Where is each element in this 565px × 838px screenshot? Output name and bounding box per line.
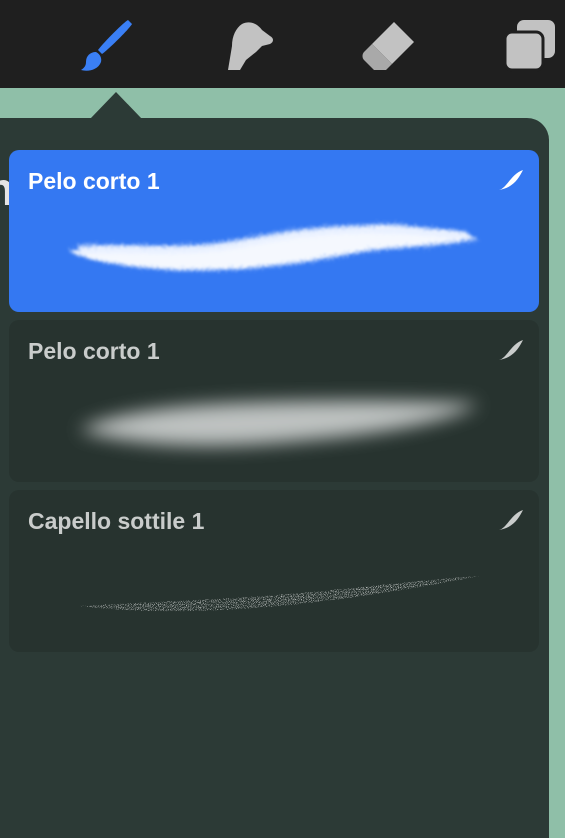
- brush-item-capello-sottile-1[interactable]: Capello sottile 1: [9, 490, 539, 652]
- popover-caret: [90, 92, 142, 119]
- brush-stroke-preview: [79, 400, 479, 446]
- brush-stroke-preview: [79, 576, 479, 612]
- brush-item-pelo-corto-1-selected[interactable]: Pelo corto 1: [9, 150, 539, 312]
- stylus-pressure-icon: [499, 510, 523, 530]
- stylus-pressure-icon: [499, 340, 523, 360]
- layers-tool-button[interactable]: [499, 16, 559, 76]
- brush-item-pelo-corto-1[interactable]: Pelo corto 1: [9, 320, 539, 482]
- eraser-icon: [362, 22, 414, 70]
- stylus-pressure-icon: [499, 170, 523, 190]
- brush-stroke-preview: [69, 224, 479, 271]
- brush-list: Pelo corto 1 Pelo corto 1 Capello sottil…: [9, 150, 539, 660]
- tool-bar: [0, 0, 565, 88]
- smudge-finger-icon: [228, 22, 273, 70]
- layers-icon: [503, 20, 555, 72]
- smudge-tool-button[interactable]: [218, 16, 278, 76]
- brush-tool-button[interactable]: [74, 16, 134, 76]
- paintbrush-icon: [81, 20, 132, 71]
- eraser-tool-button[interactable]: [358, 16, 418, 76]
